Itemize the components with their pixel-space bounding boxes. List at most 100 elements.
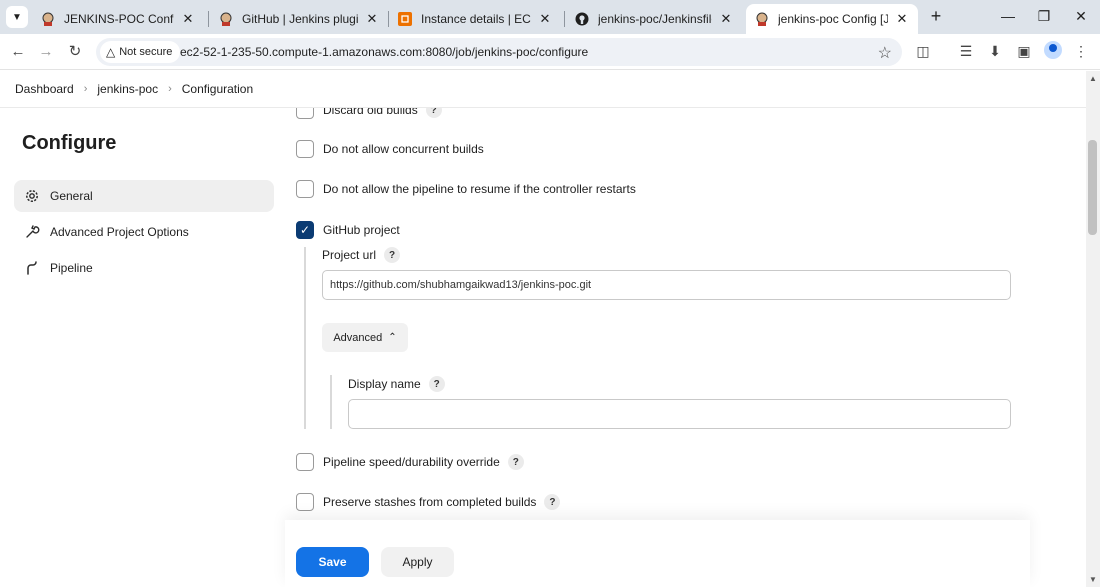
jenkins-icon: [754, 11, 770, 27]
aws-icon: [397, 11, 413, 27]
tab-title: GitHub | Jenkins plugin: [242, 12, 358, 26]
chevron-up-icon: ⌃: [388, 332, 397, 343]
browser-tab[interactable]: Instance details | EC2 | us-east-1 ✕: [389, 4, 561, 34]
no-concurrent-builds-option[interactable]: Do not allow concurrent builds: [296, 140, 484, 158]
wrench-icon: [23, 223, 41, 241]
configure-form: Discard old builds ? Do not allow concur…: [285, 108, 1086, 587]
tab-title: Instance details | EC2 | us-east-1: [421, 12, 531, 26]
sidebar-item-advanced-project-options[interactable]: Advanced Project Options: [14, 216, 274, 248]
breadcrumb: Dashboard › jenkins-poc › Configuration: [0, 71, 1086, 108]
jenkins-icon: [40, 11, 56, 27]
tab-separator: [208, 11, 209, 27]
help-icon[interactable]: ?: [507, 454, 524, 470]
chevron-right-icon: ›: [83, 83, 88, 95]
sidebar-item-label: Pipeline: [50, 261, 93, 275]
window-close-icon[interactable]: ✕: [1069, 6, 1093, 26]
advanced-button[interactable]: Advanced ⌃: [322, 323, 408, 352]
gear-icon: [23, 187, 41, 205]
back-arrow-icon[interactable]: ←: [7, 41, 29, 63]
breadcrumb-dashboard[interactable]: Dashboard: [15, 82, 74, 96]
breadcrumb-job[interactable]: jenkins-poc: [97, 82, 158, 96]
github-icon: [574, 11, 590, 27]
close-icon[interactable]: ✕: [718, 11, 734, 27]
chevron-right-icon: ›: [168, 83, 172, 95]
sidebar-item-label: General: [50, 189, 93, 203]
speed-durability-option[interactable]: Pipeline speed/durability override ?: [296, 453, 524, 471]
project-url-value: https://github.com/shubhamgaikwad13/jenk…: [330, 279, 592, 291]
preserve-stashes-checkbox[interactable]: [296, 493, 314, 511]
pipeline-icon: [23, 259, 41, 277]
save-button[interactable]: Save: [296, 547, 369, 577]
github-project-checkbox[interactable]: ✓: [296, 221, 314, 239]
speed-durability-checkbox[interactable]: [296, 453, 314, 471]
close-icon[interactable]: ✕: [537, 11, 553, 27]
more-menu-icon[interactable]: ⋮: [1071, 43, 1091, 61]
warning-triangle-icon: △: [106, 45, 116, 59]
close-icon[interactable]: ✕: [894, 11, 910, 27]
no-concurrent-builds-checkbox[interactable]: [296, 140, 314, 158]
tab-title: JENKINS-POC Config [Jenkins]: [64, 12, 174, 26]
help-icon[interactable]: ?: [428, 376, 445, 392]
browser-tab-strip: ▼ JENKINS-POC Config [Jenkins] ✕ GitHub …: [0, 0, 1100, 34]
reading-list-icon[interactable]: ☰: [956, 43, 976, 61]
preserve-stashes-option[interactable]: Preserve stashes from completed builds ?: [296, 493, 561, 511]
side-panel-icon[interactable]: ▣: [1014, 43, 1034, 61]
jenkins-icon: [218, 11, 234, 27]
sidebar-item-label: Advanced Project Options: [50, 225, 189, 239]
address-bar[interactable]: △ Not secure ec2-52-1-235-50.compute-1.a…: [96, 38, 902, 66]
browser-tab[interactable]: jenkins-poc/Jenkinsfile at main ✕: [566, 4, 742, 34]
sidebar-item-general[interactable]: General: [14, 180, 274, 212]
reload-icon[interactable]: ↻: [64, 41, 86, 63]
project-url-input[interactable]: https://github.com/shubhamgaikwad13/jenk…: [322, 270, 1011, 300]
tab-separator: [564, 11, 565, 27]
scroll-up-arrow-icon[interactable]: ▲: [1089, 74, 1097, 83]
github-project-option[interactable]: ✓ GitHub project: [296, 221, 400, 239]
tab-search-icon[interactable]: ▼: [6, 6, 28, 28]
browser-tab[interactable]: GitHub | Jenkins plugin ✕: [210, 4, 388, 34]
close-icon[interactable]: ✕: [364, 11, 380, 27]
security-chip-label: Not secure: [119, 46, 173, 58]
browser-tab-active[interactable]: jenkins-poc Config [Jenkins] ✕: [746, 4, 918, 34]
close-icon[interactable]: ✕: [180, 11, 196, 27]
url-text[interactable]: ec2-52-1-235-50.compute-1.amazonaws.com:…: [180, 45, 588, 59]
help-icon[interactable]: ?: [425, 108, 442, 118]
security-chip[interactable]: △ Not secure: [100, 41, 181, 63]
sidebar-item-pipeline[interactable]: Pipeline: [14, 252, 274, 284]
bookmark-star-icon[interactable]: ☆: [878, 43, 892, 63]
scrollbar-thumb[interactable]: [1088, 140, 1097, 235]
project-url-label: Project url ?: [322, 247, 401, 263]
scroll-down-arrow-icon[interactable]: ▼: [1089, 575, 1097, 584]
new-tab-plus-icon[interactable]: +: [926, 6, 946, 26]
tab-title: jenkins-poc Config [Jenkins]: [778, 12, 888, 26]
download-icon[interactable]: ⬇: [985, 43, 1005, 61]
browser-tab[interactable]: JENKINS-POC Config [Jenkins] ✕: [32, 4, 204, 34]
option-label: Do not allow concurrent builds: [323, 142, 484, 156]
option-label: Discard old builds: [323, 108, 418, 117]
discard-old-builds-checkbox[interactable]: [296, 108, 314, 119]
display-name-input[interactable]: [348, 399, 1011, 429]
breadcrumb-configuration[interactable]: Configuration: [182, 82, 253, 96]
display-name-label: Display name ?: [348, 376, 445, 392]
advanced-indent-rail: [330, 375, 332, 429]
field-label-text: Project url: [322, 248, 377, 262]
profile-avatar-icon[interactable]: [1044, 41, 1062, 59]
option-label: Preserve stashes from completed builds: [323, 495, 537, 509]
no-resume-checkbox[interactable]: [296, 180, 314, 198]
field-label-text: Display name: [348, 377, 421, 391]
forward-arrow-icon[interactable]: →: [35, 41, 57, 63]
configure-sidebar: Configure General Advanced Project Optio…: [0, 108, 285, 587]
apply-button[interactable]: Apply: [381, 547, 454, 577]
option-label: GitHub project: [323, 223, 400, 237]
option-label: Do not allow the pipeline to resume if t…: [323, 182, 636, 196]
tab-title: jenkins-poc/Jenkinsfile at main: [598, 12, 712, 26]
restore-icon[interactable]: ❐: [1032, 6, 1056, 26]
discard-old-builds-option[interactable]: Discard old builds ?: [296, 108, 442, 119]
page-title: Configure: [22, 132, 117, 154]
help-icon[interactable]: ?: [384, 247, 401, 263]
option-label: Pipeline speed/durability override: [323, 455, 500, 469]
no-resume-option[interactable]: Do not allow the pipeline to resume if t…: [296, 180, 636, 198]
advanced-button-label: Advanced: [333, 331, 383, 344]
help-icon[interactable]: ?: [544, 494, 561, 510]
extensions-icon[interactable]: ◫: [913, 43, 933, 61]
minimize-icon[interactable]: —: [996, 6, 1020, 26]
